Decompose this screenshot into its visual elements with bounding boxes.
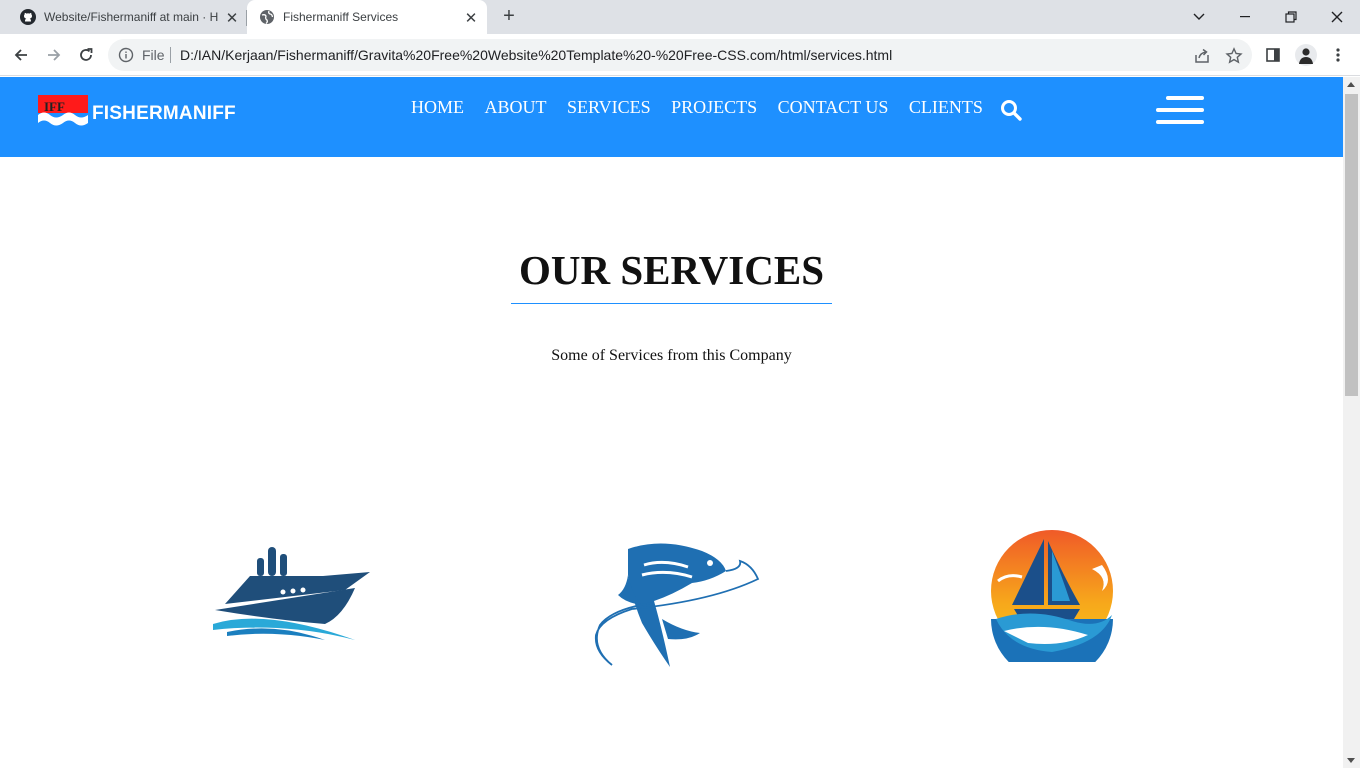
chevron-down-icon bbox=[1193, 13, 1205, 20]
nav-clients[interactable]: CLIENTS bbox=[909, 97, 983, 118]
share-icon[interactable] bbox=[1193, 47, 1211, 65]
hamburger-menu-icon[interactable] bbox=[1156, 94, 1204, 126]
scroll-up-arrow-icon[interactable] bbox=[1347, 82, 1355, 87]
nav-about[interactable]: ABOUT bbox=[485, 97, 547, 118]
browser-tab-strip: Website/Fishermaniff at main · H ✕ Fishe… bbox=[0, 0, 1360, 34]
address-divider bbox=[170, 47, 171, 63]
reload-icon bbox=[80, 48, 93, 61]
site-logo[interactable]: IFF FISHERMANIFF bbox=[38, 95, 236, 133]
close-window-button[interactable] bbox=[1314, 0, 1360, 34]
arrow-right-icon bbox=[48, 49, 61, 61]
restore-icon bbox=[1285, 11, 1297, 23]
restore-button[interactable] bbox=[1268, 0, 1314, 34]
close-tab-icon[interactable]: ✕ bbox=[463, 9, 479, 27]
url-text[interactable]: D:/IAN/Kerjaan/Fishermaniff/Gravita%20Fr… bbox=[180, 47, 892, 63]
tab-fishermaniff-services[interactable]: Fishermaniff Services ✕ bbox=[247, 0, 487, 34]
tab-title: Website/Fishermaniff at main · H bbox=[44, 10, 219, 24]
nav-contact-us[interactable]: CONTACT US bbox=[778, 97, 889, 118]
minimize-button[interactable] bbox=[1222, 0, 1268, 34]
title-underline bbox=[511, 303, 832, 304]
sailboat-sunset-icon bbox=[991, 530, 1113, 680]
address-bar[interactable]: File D:/IAN/Kerjaan/Fishermaniff/Gravita… bbox=[108, 39, 1252, 71]
page-viewport: IFF FISHERMANIFF HOME ABOUT SERVICES PRO… bbox=[0, 77, 1343, 768]
profile-button[interactable] bbox=[1293, 42, 1319, 68]
page-subtitle: Some of Services from this Company bbox=[551, 347, 792, 364]
minimize-icon bbox=[1240, 16, 1250, 18]
cruise-ship-icon bbox=[213, 547, 370, 640]
close-icon bbox=[1331, 11, 1343, 23]
nav-home[interactable]: HOME bbox=[411, 97, 464, 118]
new-tab-button[interactable]: + bbox=[498, 5, 520, 27]
kebab-menu-icon bbox=[1336, 48, 1340, 62]
service-card-sailboat[interactable] bbox=[952, 507, 1152, 680]
github-icon bbox=[20, 9, 36, 25]
nav-projects[interactable]: PROJECTS bbox=[671, 97, 757, 118]
scroll-thumb[interactable] bbox=[1345, 94, 1358, 396]
service-card-ship[interactable] bbox=[205, 542, 375, 647]
avatar bbox=[1295, 44, 1317, 66]
scroll-down-arrow-icon[interactable] bbox=[1347, 758, 1355, 763]
site-header: IFF FISHERMANIFF HOME ABOUT SERVICES PRO… bbox=[0, 77, 1343, 157]
page-title: OUR SERVICES bbox=[519, 247, 824, 293]
tab-title: Fishermaniff Services bbox=[283, 10, 399, 24]
fish-icon bbox=[594, 543, 760, 667]
reload-button[interactable] bbox=[73, 42, 99, 68]
main-nav: HOME ABOUT SERVICES PROJECTS CONTACT US … bbox=[411, 97, 1003, 118]
browser-menu-button[interactable] bbox=[1325, 42, 1351, 68]
info-icon[interactable] bbox=[118, 47, 134, 63]
side-panel-icon bbox=[1266, 48, 1280, 62]
star-icon[interactable] bbox=[1225, 47, 1243, 65]
brand-name: FISHERMANIFF bbox=[92, 103, 236, 124]
browser-toolbar: File D:/IAN/Kerjaan/Fishermaniff/Gravita… bbox=[0, 34, 1360, 76]
svg-text:IFF: IFF bbox=[44, 99, 65, 114]
logo-mark: IFF bbox=[38, 95, 88, 133]
tab-github[interactable]: Website/Fishermaniff at main · H ✕ bbox=[8, 0, 246, 34]
close-tab-icon[interactable]: ✕ bbox=[224, 9, 240, 27]
page-scrollbar[interactable] bbox=[1343, 77, 1360, 768]
search-icon[interactable] bbox=[1000, 99, 1022, 121]
forward-button[interactable] bbox=[41, 42, 67, 68]
tab-search-button[interactable] bbox=[1176, 0, 1222, 34]
globe-icon bbox=[259, 9, 275, 25]
nav-services[interactable]: SERVICES bbox=[567, 97, 651, 118]
scheme-label: File bbox=[142, 47, 165, 63]
side-panel-button[interactable] bbox=[1260, 42, 1286, 68]
back-button[interactable] bbox=[8, 42, 34, 68]
service-card-fish[interactable] bbox=[592, 539, 762, 669]
arrow-left-icon bbox=[14, 49, 27, 61]
